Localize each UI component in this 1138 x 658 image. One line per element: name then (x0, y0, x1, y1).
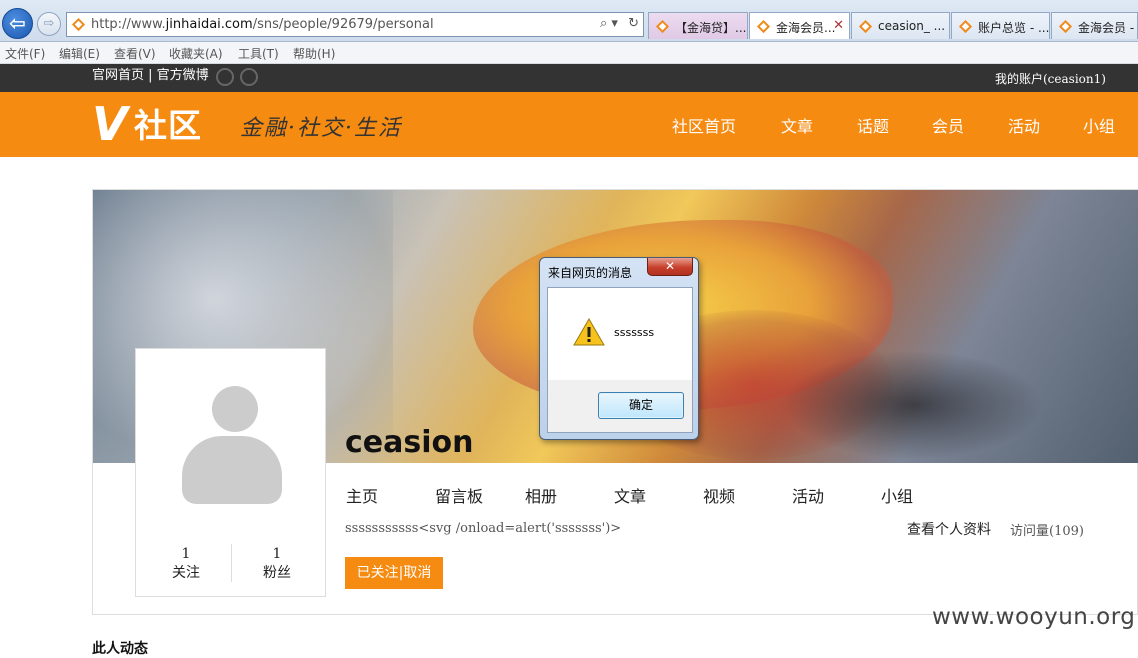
unfollow-button[interactable]: 已关注|取消 (345, 557, 443, 589)
forward-button[interactable]: ⇨ (37, 12, 61, 36)
follow-count: 1 (181, 546, 191, 562)
search-dropdown-icon[interactable]: ⌕ ▾ (600, 16, 618, 31)
close-tab-icon[interactable]: ✕ (833, 18, 844, 33)
dialog-close-button[interactable]: ✕ (647, 258, 693, 276)
menu-tools[interactable]: 工具(T) (238, 45, 279, 62)
avatar-head-icon (212, 386, 258, 432)
menu-view[interactable]: 查看(V) (114, 45, 156, 62)
nav-topics[interactable]: 话题 (857, 113, 889, 137)
ok-button[interactable]: 确定 (598, 392, 684, 419)
official-links[interactable]: 官网首页 | 官方微博 (92, 64, 209, 83)
tab-articles[interactable]: 文章 (614, 483, 646, 507)
tab-message-board[interactable]: 留言板 (435, 483, 483, 507)
profile-bio: sssssssssss<svg /onload=alert('sssssss')… (345, 521, 622, 536)
view-profile-link[interactable]: 查看个人资料 (907, 519, 991, 539)
tab-favicon-icon (655, 19, 670, 34)
tab-groups[interactable]: 小组 (881, 483, 913, 507)
address-bar[interactable]: http://www.jinhaidai.com/sns/people/9267… (66, 12, 644, 37)
activity-section-title: 此人动态 (92, 641, 148, 657)
watermark: www.wooyun.org (932, 604, 1136, 630)
alert-dialog: 来自网页的消息 ✕ sssssss 确定 (539, 257, 699, 440)
avatar-panel: 1 关注 1 粉丝 (135, 348, 326, 597)
dialog-message: sssssss (614, 326, 655, 339)
tab-favicon-icon (756, 19, 771, 34)
tab-member-2[interactable]: 金海会员 - (1051, 12, 1138, 39)
nav-community-home[interactable]: 社区首页 (672, 113, 736, 137)
tab-ceasion[interactable]: ceasion_ ... (851, 12, 950, 39)
site-slogan: 金融·社交·生活 (240, 116, 402, 141)
tab-jinhaidai[interactable]: 【金海贷】... (648, 12, 748, 39)
fans-count: 1 (272, 546, 282, 562)
logo-text[interactable]: 社区 (134, 106, 202, 146)
menu-help[interactable]: 帮助(H) (293, 45, 335, 62)
tencent-weibo-icon[interactable] (240, 68, 258, 86)
tab-activities[interactable]: 活动 (792, 483, 824, 507)
avatar-body-icon (182, 436, 282, 504)
site-header: V 社区 金融·社交·生活 社区首页 文章 话题 会员 活动 小组 (0, 92, 1138, 157)
tab-home[interactable]: 主页 (346, 483, 378, 507)
menu-favorites[interactable]: 收藏夹(A) (169, 45, 223, 62)
profile-username: ceasion (345, 425, 474, 460)
site-topbar: 官网首页 | 官方微博 我的账户(ceasion1) (0, 64, 1138, 92)
nav-groups[interactable]: 小组 (1083, 113, 1115, 137)
fans-stat[interactable]: 1 粉丝 (232, 546, 322, 582)
site-favicon-icon (71, 17, 86, 32)
tab-favicon-icon (858, 19, 873, 34)
browser-toolbar: ⇦ ⇨ http://www.jinhaidai.com/sns/people/… (0, 0, 1138, 42)
warning-icon (573, 318, 605, 346)
menu-file[interactable]: 文件(F) (5, 45, 45, 62)
tab-albums[interactable]: 相册 (525, 483, 557, 507)
menu-edit[interactable]: 编辑(E) (59, 45, 100, 62)
url-text[interactable]: http://www.jinhaidai.com/sns/people/9267… (91, 17, 434, 32)
nav-activities[interactable]: 活动 (1008, 113, 1040, 137)
address-tools: ⌕ ▾ ↻ (594, 16, 639, 31)
nav-members[interactable]: 会员 (932, 113, 964, 137)
follow-stat[interactable]: 1 关注 (141, 546, 231, 582)
my-account-link[interactable]: 我的账户(ceasion1) (995, 70, 1106, 87)
fans-label: 粉丝 (263, 565, 291, 581)
tab-member-active[interactable]: 金海会员... ✕ (749, 12, 850, 39)
dialog-title: 来自网页的消息 (548, 266, 633, 280)
tab-favicon-icon (1058, 19, 1073, 34)
tab-favicon-icon (958, 19, 973, 34)
refresh-icon[interactable]: ↻ (628, 16, 639, 31)
tab-account-overview[interactable]: 账户总览 - ... (951, 12, 1050, 39)
follow-label: 关注 (172, 565, 200, 581)
menu-bar: 文件(F) 编辑(E) 查看(V) 收藏夹(A) 工具(T) 帮助(H) (0, 42, 1138, 64)
nav-articles[interactable]: 文章 (781, 113, 813, 137)
visit-count: 访问量(109) (1010, 524, 1084, 539)
back-button[interactable]: ⇦ (2, 8, 33, 39)
weibo-icon[interactable] (216, 68, 234, 86)
dialog-body: sssssss 确定 (547, 287, 693, 433)
logo-v[interactable]: V (92, 98, 128, 150)
tab-videos[interactable]: 视频 (703, 483, 735, 507)
